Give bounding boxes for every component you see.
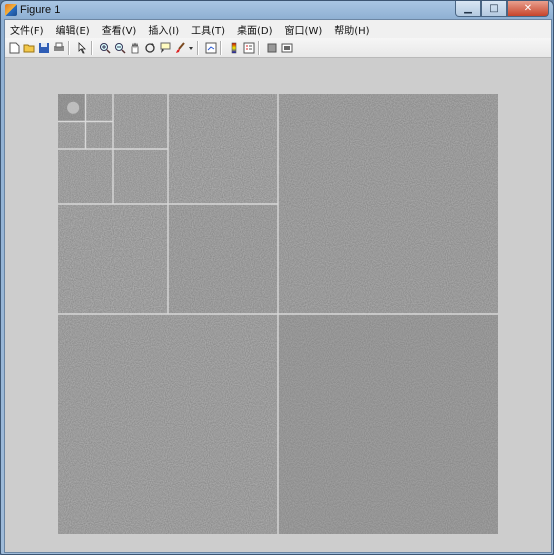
toolbar-separator bbox=[197, 40, 199, 55]
menu-bar: 文件(F) 编辑(E) 查看(V) 插入(I) 工具(T) 桌面(D) 窗口(W… bbox=[5, 20, 551, 38]
toolbar-separator bbox=[68, 40, 70, 55]
open-file-icon[interactable] bbox=[22, 41, 35, 54]
insert-legend-icon[interactable] bbox=[242, 41, 255, 54]
maximize-button[interactable]: □ bbox=[481, 1, 507, 17]
subband-level3-diagonal bbox=[113, 149, 168, 204]
brush-dropdown-icon[interactable] bbox=[188, 41, 194, 54]
show-plot-tools-icon[interactable] bbox=[280, 41, 293, 54]
save-icon[interactable] bbox=[37, 41, 50, 54]
subband-level2-horizontal bbox=[168, 94, 278, 204]
subband-level1-diagonal bbox=[278, 314, 498, 534]
subband-level4-horizontal bbox=[85, 94, 113, 122]
data-cursor-icon[interactable] bbox=[158, 41, 171, 54]
subband-level1-horizontal bbox=[278, 94, 498, 314]
window-title: Figure 1 bbox=[20, 4, 61, 16]
zoom-in-icon[interactable] bbox=[98, 41, 111, 54]
matlab-figure-icon bbox=[5, 4, 17, 16]
menu-edit[interactable]: 编辑(E) bbox=[50, 22, 96, 37]
subband-level3-horizontal bbox=[113, 94, 168, 149]
toolbar-separator bbox=[220, 40, 222, 55]
figure-toolbar bbox=[5, 38, 551, 58]
zoom-out-icon[interactable] bbox=[113, 41, 126, 54]
figure-client: 文件(F) 编辑(E) 查看(V) 插入(I) 工具(T) 桌面(D) 窗口(W… bbox=[4, 19, 552, 553]
close-button[interactable]: ✕ bbox=[507, 1, 549, 17]
wavelet-image-svg bbox=[58, 94, 498, 534]
subband-level3-vertical bbox=[58, 149, 113, 204]
link-plot-icon[interactable] bbox=[204, 41, 217, 54]
insert-colorbar-icon[interactable] bbox=[227, 41, 240, 54]
wavelet-decomposition-image[interactable] bbox=[58, 94, 498, 534]
brush-icon[interactable] bbox=[173, 41, 186, 54]
new-figure-icon[interactable] bbox=[7, 41, 20, 54]
menu-help[interactable]: 帮助(H) bbox=[328, 22, 375, 37]
toolbar-separator bbox=[258, 40, 260, 55]
menu-insert[interactable]: 插入(I) bbox=[142, 22, 185, 37]
window-controls: ▁ □ ✕ bbox=[455, 1, 549, 17]
subband-level1-vertical bbox=[58, 314, 278, 534]
subband-level4-diagonal bbox=[85, 121, 113, 149]
edit-plot-arrow-icon[interactable] bbox=[75, 41, 88, 54]
menu-window[interactable]: 窗口(W) bbox=[279, 22, 329, 37]
subband-level2-diagonal bbox=[168, 204, 278, 314]
menu-tools[interactable]: 工具(T) bbox=[185, 22, 231, 37]
approximation-bright-spot bbox=[67, 101, 80, 114]
menu-view[interactable]: 查看(V) bbox=[96, 22, 143, 37]
menu-file[interactable]: 文件(F) bbox=[5, 22, 50, 37]
subband-level2-vertical bbox=[58, 204, 168, 314]
rotate-3d-icon[interactable] bbox=[143, 41, 156, 54]
print-icon[interactable] bbox=[52, 41, 65, 54]
hide-plot-tools-icon[interactable] bbox=[265, 41, 278, 54]
figure-window: Figure 1 ▁ □ ✕ 文件(F) 编辑(E) 查看(V) 插入(I) 工… bbox=[0, 0, 554, 555]
subband-level4-vertical bbox=[58, 121, 86, 149]
figure-canvas bbox=[5, 58, 551, 552]
minimize-button[interactable]: ▁ bbox=[455, 1, 481, 17]
menu-desktop[interactable]: 桌面(D) bbox=[231, 22, 279, 37]
pan-hand-icon[interactable] bbox=[128, 41, 141, 54]
toolbar-separator bbox=[91, 40, 93, 55]
title-bar[interactable]: Figure 1 ▁ □ ✕ bbox=[1, 1, 553, 19]
